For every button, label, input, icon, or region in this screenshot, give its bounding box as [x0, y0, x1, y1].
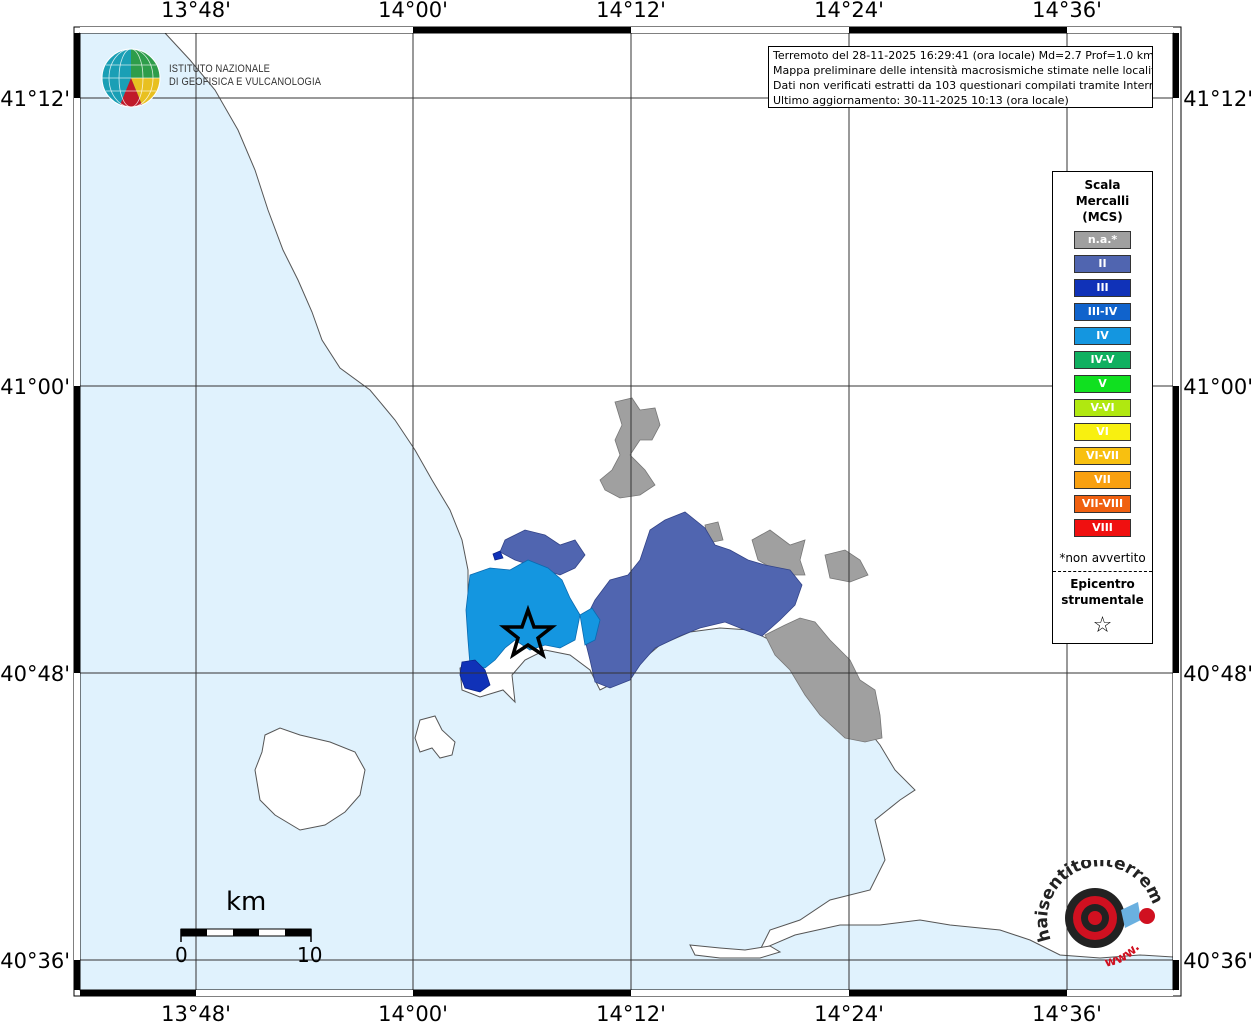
- lon-tick-top-3: 14°12': [596, 0, 666, 22]
- legend-item: III: [1074, 279, 1131, 297]
- legend-item: IV: [1074, 327, 1131, 345]
- scale-bar-start-label: 0: [175, 943, 188, 967]
- legend-item: VI-VII: [1074, 447, 1131, 465]
- lon-tick-top-4: 14°24': [814, 0, 884, 22]
- legend-title-line3: (MCS): [1082, 210, 1123, 224]
- lat-tick-left-2: 41°00': [0, 375, 70, 399]
- event-info-line1: Terremoto del 28-11-2025 16:29:41 (ora l…: [773, 49, 1153, 62]
- lon-tick-top-1: 13°48': [161, 0, 231, 22]
- lat-tick-left-3: 40°48': [0, 662, 70, 686]
- haisentito-logo-prefix: www.: [1103, 940, 1143, 971]
- lon-tick-bottom-3: 14°12': [596, 1002, 666, 1024]
- ingv-logo-line1: ISTITUTO NAZIONALE: [169, 63, 271, 75]
- legend-title: Scala Mercalli (MCS): [1053, 177, 1152, 225]
- scale-bar-title: km: [226, 887, 267, 917]
- ingv-logo-text: ISTITUTO NAZIONALE DI GEOFISICA E VULCAN…: [169, 63, 321, 89]
- lat-tick-right-4: 40°36': [1183, 949, 1253, 973]
- legend-items: n.a.* II III III-IV IV IV-V V V-VI VI VI-VII VII VI…: [1053, 231, 1152, 537]
- legend-item: III-IV: [1074, 303, 1131, 321]
- ingv-logo-line2: DI GEOFISICA E VULCANOLOGIA: [169, 76, 322, 88]
- scale-bar-end-label: 10: [297, 943, 323, 967]
- lat-tick-right-1: 41°12': [1183, 87, 1253, 111]
- legend-item: II: [1074, 255, 1131, 273]
- event-info-box: Terremoto del 28-11-2025 16:29:41 (ora l…: [768, 46, 1153, 108]
- legend-note: *non avvertito: [1059, 551, 1146, 565]
- legend-divider: [1053, 571, 1152, 572]
- lon-tick-bottom-1: 13°48': [161, 1002, 231, 1024]
- event-info-line2: Mappa preliminare delle intensità macros…: [773, 64, 1153, 77]
- legend-epicenter-line2: strumentale: [1061, 593, 1144, 607]
- legend-item: V: [1074, 375, 1131, 393]
- legend-item: VI: [1074, 423, 1131, 441]
- lat-tick-left-1: 41°12': [0, 87, 70, 111]
- legend-item: IV-V: [1074, 351, 1131, 369]
- legend-item: n.a.*: [1074, 231, 1131, 249]
- legend-item: VII-VIII: [1074, 495, 1131, 513]
- lon-tick-bottom-4: 14°24': [814, 1002, 884, 1024]
- lon-tick-bottom-5: 14°36': [1032, 1002, 1102, 1024]
- legend-item: VII: [1074, 471, 1131, 489]
- legend-star-icon: ☆: [1092, 613, 1113, 638]
- haisentito-logo-icon: haisentitoilterremoto.it www.: [1033, 860, 1167, 971]
- legend-title-line2: Mercalli: [1075, 194, 1130, 208]
- lat-tick-left-4: 40°36': [0, 949, 70, 973]
- legend-item: VIII: [1074, 519, 1131, 537]
- event-info-line3: Dati non verificati estratti da 103 ques…: [773, 79, 1153, 92]
- event-info-line4: Ultimo aggiornamento: 30-11-2025 10:13 (…: [773, 94, 1069, 107]
- legend-epicenter-line1: Epicentro: [1070, 577, 1135, 591]
- lon-tick-bottom-2: 14°00': [378, 1002, 448, 1024]
- legend-epicenter-label: Epicentro strumentale: [1053, 576, 1152, 608]
- lat-tick-right-3: 40°48': [1183, 662, 1253, 686]
- mcs-legend: Scala Mercalli (MCS) n.a.* II III III-IV IV I…: [1052, 171, 1153, 644]
- lon-tick-top-5: 14°36': [1032, 0, 1102, 22]
- svg-text:www.: www.: [1103, 940, 1143, 971]
- legend-title-line1: Scala: [1084, 178, 1121, 192]
- lat-tick-right-2: 41°00': [1183, 375, 1253, 399]
- lon-tick-top-2: 14°00': [378, 0, 448, 22]
- legend-item: V-VI: [1074, 399, 1131, 417]
- ingv-globe-icon: [101, 48, 161, 108]
